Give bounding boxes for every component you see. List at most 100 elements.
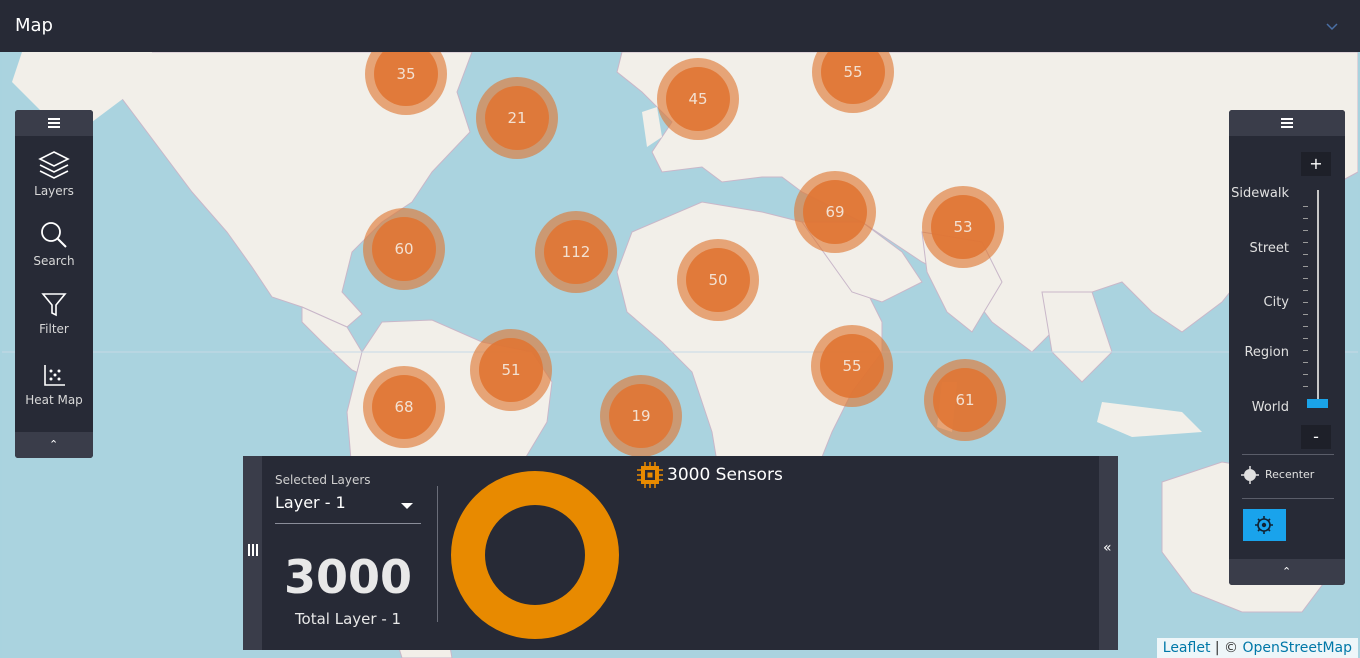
sensor-donut-chart: [451, 471, 619, 639]
divider: [1242, 454, 1334, 455]
layer-select[interactable]: Layer - 1: [275, 493, 421, 524]
gear-map-icon: [1255, 516, 1273, 534]
cluster-marker[interactable]: 51: [470, 329, 552, 411]
zoom-tick: [1303, 230, 1308, 231]
layers-button[interactable]: Layers: [15, 150, 93, 198]
sensor-count-label: 3000 Sensors: [667, 465, 783, 485]
search-icon: [41, 222, 67, 248]
search-label: Search: [33, 254, 75, 268]
heat-map-button[interactable]: Heat Map: [15, 363, 93, 407]
cluster-marker[interactable]: 50: [677, 239, 759, 321]
cluster-count: 35: [374, 52, 438, 106]
cluster-marker[interactable]: 68: [363, 366, 445, 448]
zoom-tick: [1303, 350, 1308, 351]
collapse-up-icon: ⌃: [49, 438, 59, 451]
zoom-panel-header: [1229, 110, 1345, 136]
cluster-count: 19: [609, 384, 673, 448]
cluster-count: 55: [820, 334, 884, 398]
heat-map-label: Heat Map: [25, 393, 83, 407]
cluster-marker[interactable]: 19: [600, 375, 682, 457]
zoom-tick: [1303, 326, 1308, 327]
search-button[interactable]: Search: [15, 220, 93, 268]
drag-handle-icon: [248, 544, 258, 556]
zoom-panel: + Sidewalk Street City Region World - Re…: [1229, 110, 1345, 585]
map-attribution: Leaflet | © OpenStreetMap: [1156, 638, 1358, 658]
leaflet-link[interactable]: Leaflet: [1163, 640, 1211, 656]
attribution-separator: | ©: [1210, 640, 1243, 656]
page-title: Map: [15, 15, 53, 36]
recenter-label: Recenter: [1265, 468, 1315, 481]
cluster-count: 53: [931, 195, 995, 259]
zoom-tick: [1303, 362, 1308, 363]
hamburger-menu-icon[interactable]: [48, 118, 60, 128]
panel-collapse-bar[interactable]: «: [1099, 456, 1118, 650]
zoom-slider-thumb[interactable]: [1307, 399, 1328, 408]
double-chevron-left-icon: «: [1103, 540, 1112, 556]
zoom-tick: [1303, 374, 1308, 375]
hamburger-menu-icon[interactable]: [1281, 118, 1293, 128]
cluster-marker[interactable]: 45: [657, 58, 739, 140]
cluster-count: 112: [544, 220, 608, 284]
toolbar-header: [15, 110, 93, 136]
cluster-marker[interactable]: 21: [476, 77, 558, 159]
zoom-in-button[interactable]: +: [1301, 152, 1331, 176]
divider: [437, 486, 438, 622]
zoom-tick: [1303, 302, 1308, 303]
cluster-marker[interactable]: 69: [794, 171, 876, 253]
zoom-out-button[interactable]: -: [1301, 425, 1331, 449]
total-label: Total Layer - 1: [294, 610, 402, 628]
cluster-count: 51: [479, 338, 543, 402]
openstreetmap-link[interactable]: OpenStreetMap: [1243, 640, 1352, 656]
zoom-tick: [1303, 338, 1308, 339]
panel-resize-handle[interactable]: [243, 456, 262, 650]
cluster-marker[interactable]: 55: [811, 325, 893, 407]
zoom-level-city[interactable]: City: [1229, 295, 1289, 310]
layer-select-value: Layer - 1: [275, 493, 346, 512]
settings-button[interactable]: [1243, 509, 1286, 541]
selected-layers-label: Selected Layers: [275, 473, 371, 487]
dropdown-caret-icon: [401, 503, 413, 509]
zoom-level-sidewalk[interactable]: Sidewalk: [1229, 186, 1289, 201]
sensor-count-title: 3000 Sensors: [637, 462, 783, 488]
zoom-tick: [1303, 314, 1308, 315]
layer-summary-panel: Selected Layers Layer - 1 3000 Total Lay…: [243, 456, 1118, 650]
zoom-tick: [1303, 278, 1308, 279]
total-count: 3000: [283, 550, 413, 604]
recenter-button[interactable]: Recenter: [1241, 466, 1314, 484]
zoom-panel-footer[interactable]: ⌃: [1229, 559, 1345, 585]
cluster-count: 61: [933, 368, 997, 432]
divider: [1242, 498, 1334, 499]
filter-label: Filter: [39, 322, 69, 336]
filter-icon: [41, 293, 67, 317]
cluster-count: 68: [372, 375, 436, 439]
cluster-marker[interactable]: 60: [363, 208, 445, 290]
zoom-level-world[interactable]: World: [1229, 400, 1289, 415]
layers-label: Layers: [34, 184, 74, 198]
zoom-slider-track[interactable]: [1317, 190, 1319, 406]
toolbar-footer[interactable]: ⌃: [15, 432, 93, 458]
cluster-count: 21: [485, 86, 549, 150]
chip-icon: [637, 462, 663, 488]
map-toolbar: Layers Search Filter Heat Map ⌃: [15, 110, 93, 458]
collapse-up-icon: ⌃: [1282, 565, 1292, 578]
zoom-tick: [1303, 290, 1308, 291]
cluster-marker[interactable]: 53: [922, 186, 1004, 268]
cluster-marker[interactable]: 61: [924, 359, 1006, 441]
filter-button[interactable]: Filter: [15, 292, 93, 336]
zoom-level-street[interactable]: Street: [1229, 241, 1289, 256]
map-header: Map: [0, 0, 1360, 52]
chevron-down-icon[interactable]: [1324, 18, 1340, 34]
heat-map-icon: [44, 365, 65, 386]
cluster-count: 50: [686, 248, 750, 312]
zoom-tick: [1303, 242, 1308, 243]
cluster-count: 60: [372, 217, 436, 281]
cluster-marker[interactable]: 112: [535, 211, 617, 293]
cluster-count: 45: [666, 67, 730, 131]
cluster-count: 55: [821, 52, 885, 104]
cluster-count: 69: [803, 180, 867, 244]
zoom-tick: [1303, 266, 1308, 267]
zoom-tick: [1303, 386, 1308, 387]
zoom-tick: [1303, 218, 1308, 219]
zoom-level-region[interactable]: Region: [1229, 345, 1289, 360]
zoom-tick: [1303, 254, 1308, 255]
